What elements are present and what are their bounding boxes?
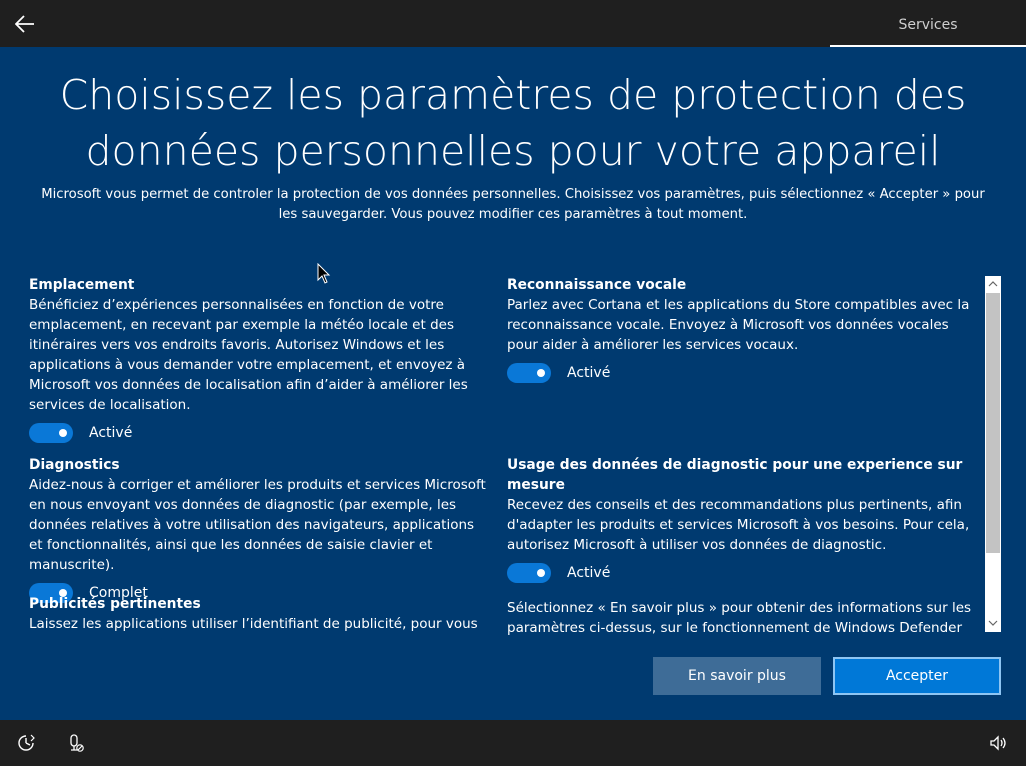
main-panel: Choisissez les paramètres de protection … (0, 47, 1026, 720)
speech-toggle[interactable] (507, 363, 551, 383)
setting-ads: Publicités pertinentes Laissez les appli… (29, 594, 489, 634)
back-button[interactable] (10, 9, 40, 39)
setting-description: Laissez les applications utiliser l’iden… (29, 616, 478, 632)
settings-scroll-area[interactable]: Emplacement Bénéficiez d’expériences per… (0, 275, 985, 635)
setting-title: Publicités pertinentes (29, 596, 201, 612)
ease-of-access-button[interactable] (15, 732, 37, 754)
setting-description: Aidez-nous à corriger et améliorer les p… (29, 477, 486, 573)
learn-more-info: Sélectionnez « En savoir plus » pour obt… (507, 598, 977, 635)
learn-more-text: Sélectionnez « En savoir plus » pour obt… (507, 600, 972, 635)
mouse-cursor-icon (317, 263, 331, 284)
toggle-label: Activé (567, 565, 611, 581)
scroll-up-button[interactable] (985, 277, 1001, 291)
toggle-label: Activé (567, 365, 611, 381)
tailored-experience-toggle[interactable] (507, 563, 551, 583)
toggle-label: Activé (89, 425, 133, 441)
scroll-thumb[interactable] (986, 293, 1000, 553)
ease-of-access-icon (18, 734, 35, 751)
scroll-down-button[interactable] (985, 616, 1001, 630)
volume-icon (990, 735, 1006, 751)
setting-description: Parlez avec Cortana et les applications … (507, 297, 970, 353)
setting-title: Usage des données de diagnostic pour une… (507, 457, 963, 493)
setting-title: Emplacement (29, 277, 135, 293)
chevron-up-icon (988, 281, 998, 287)
setting-tailored-experience: Usage des données de diagnostic pour une… (507, 455, 977, 583)
learn-more-button[interactable]: En savoir plus (653, 657, 821, 695)
back-arrow-icon (15, 15, 34, 33)
microphone-button[interactable] (65, 732, 87, 754)
toggle-knob (59, 429, 67, 437)
setting-diagnostics: Diagnostics Aidez-nous à corriger et amé… (29, 455, 489, 603)
toggle-knob (537, 569, 545, 577)
location-toggle[interactable] (29, 423, 73, 443)
setting-location: Emplacement Bénéficiez d’expériences per… (29, 275, 489, 443)
setting-description: Recevez des conseils et des recommandati… (507, 497, 970, 553)
microphone-off-icon (70, 734, 84, 752)
setting-speech: Reconnaissance vocale Parlez avec Cortan… (507, 275, 977, 383)
page-title: Choisissez les paramètres de protection … (59, 71, 967, 175)
setting-title: Diagnostics (29, 457, 120, 473)
setting-description: Bénéficiez d’expériences personnalisées … (29, 297, 468, 413)
chevron-down-icon (988, 620, 998, 626)
bottom-bar (0, 720, 1026, 766)
accept-button[interactable]: Accepter (833, 657, 1001, 695)
page-subtitle: Microsoft vous permet de controler la pr… (41, 187, 985, 222)
setting-title: Reconnaissance vocale (507, 277, 687, 293)
vertical-scrollbar[interactable] (985, 276, 1001, 632)
tab-services[interactable]: Services (830, 0, 1026, 47)
toggle-knob (537, 369, 545, 377)
top-bar: Services (0, 0, 1026, 47)
volume-button[interactable] (987, 732, 1009, 754)
